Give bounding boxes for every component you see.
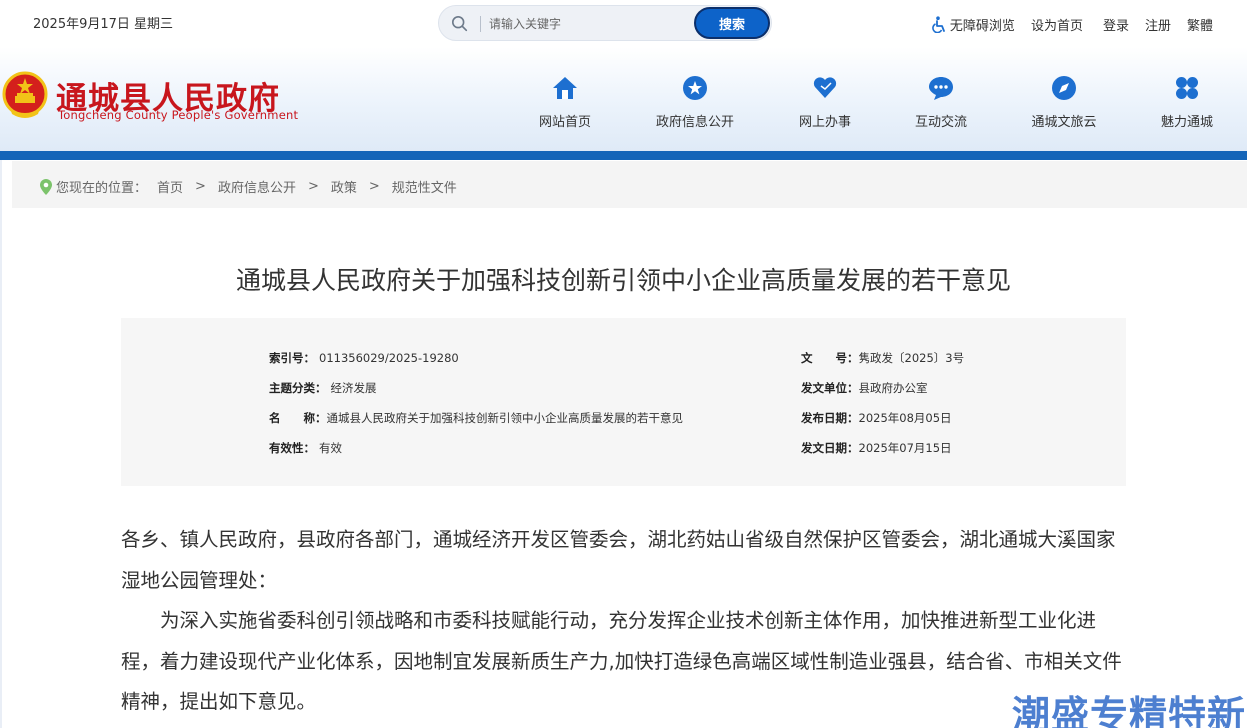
meta-issuer-label: 发文单位： <box>801 381 859 395</box>
search-icon <box>451 15 468 32</box>
breadcrumb-separator: > <box>368 179 380 194</box>
compass-icon <box>1052 76 1076 100</box>
nav-item-gov-info[interactable]: 政府信息公开 <box>640 75 750 130</box>
meta-doc-no: 文 号：隽政发〔2025〕3号 <box>801 350 964 366</box>
meta-issuer: 发文单位：县政府办公室 <box>801 380 928 396</box>
register-link[interactable]: 注册 <box>1145 15 1171 34</box>
breadcrumb-separator: > <box>307 179 319 194</box>
meta-index-label: 索引号： <box>269 351 315 365</box>
meta-category-value: 经济发展 <box>330 381 377 395</box>
nav-item-interaction[interactable]: 互动交流 <box>886 75 996 130</box>
traditional-chinese-link[interactable]: 繁體 <box>1187 15 1213 34</box>
nav-item-charm[interactable]: 魅力通城 <box>1132 75 1242 130</box>
meta-doc-no-label: 文 号： <box>801 351 859 365</box>
site-header: 通城县人民政府 Tongcheng County People's Govern… <box>0 47 1247 151</box>
meta-publish-date: 发布日期：2025年08月05日 <box>801 410 952 426</box>
top-bar: 2025年9月17日 星期三 搜索 无障碍浏览 设为首页 登录 注册 繁體 <box>0 0 1247 47</box>
location-pin-icon <box>40 178 52 195</box>
top-links: 无障碍浏览 设为首页 登录 注册 繁體 <box>916 15 1213 34</box>
article-greeting: 各乡、镇人民政府，县政府各部门，通城经济开发区管委会，湖北药姑山省级自然保护区管… <box>121 528 1116 592</box>
nav-item-online-service[interactable]: 网上办事 <box>770 75 880 130</box>
search-button[interactable]: 搜索 <box>694 7 770 39</box>
breadcrumb: 您现在的位置： 首页 > 政府信息公开 > 政策 > 规范性文件 <box>12 161 1247 208</box>
nav-label-home: 网站首页 <box>538 115 591 130</box>
meta-name-label: 名 称： <box>269 411 327 425</box>
watermark-text: 潮盛专精特新 <box>1012 693 1247 728</box>
meta-publish-value: 2025年08月05日 <box>858 411 952 425</box>
nav-label-charm: 魅力通城 <box>1160 115 1213 130</box>
search-box: 搜索 <box>438 5 772 41</box>
search-input[interactable] <box>489 13 689 35</box>
breadcrumb-item-normative-docs[interactable]: 规范性文件 <box>392 177 457 196</box>
meta-index: 索引号： 011356029/2025-19280 <box>269 350 459 366</box>
clover-icon <box>1176 77 1198 99</box>
set-homepage-link[interactable]: 设为首页 <box>1031 15 1083 34</box>
meta-publish-label: 发布日期： <box>801 411 859 425</box>
accessibility-link[interactable]: 无障碍浏览 <box>932 15 1015 34</box>
meta-validity-value: 有效 <box>319 441 342 455</box>
accessibility-label: 无障碍浏览 <box>949 19 1015 34</box>
meta-issue-value: 2025年07月15日 <box>858 441 952 455</box>
meta-index-value: 011356029/2025-19280 <box>319 351 459 365</box>
main-nav: 网站首页 政府信息公开 网上办事 互动交流 通城文旅云 魅力通城 <box>0 75 1247 135</box>
chat-icon <box>929 77 953 100</box>
meta-validity-label: 有效性： <box>269 441 315 455</box>
header-divider-band <box>0 151 1247 160</box>
meta-name: 名 称：通城县人民政府关于加强科技创新引领中小企业高质量发展的若干意见 <box>269 410 683 426</box>
heart-icon <box>813 77 837 98</box>
meta-name-value: 通城县人民政府关于加强科技创新引领中小企业高质量发展的若干意见 <box>326 411 684 425</box>
meta-issue-date: 发文日期：2025年07月15日 <box>801 440 952 456</box>
nav-label-culture-tourism: 通城文旅云 <box>1031 115 1097 130</box>
document-meta-panel: 索引号： 011356029/2025-19280 文 号：隽政发〔2025〕3号… <box>121 318 1126 486</box>
breadcrumb-item-gov-info[interactable]: 政府信息公开 <box>218 177 296 196</box>
meta-issue-label: 发文日期： <box>801 441 859 455</box>
article-paragraph: 为深入实施省委科创引领战略和市委科技赋能行动，充分发挥企业技术创新主体作用，加快… <box>121 609 1122 713</box>
meta-category-label: 主题分类： <box>269 381 327 395</box>
breadcrumb-prefix: 您现在的位置： <box>56 181 148 196</box>
page-left-edge <box>0 160 2 728</box>
breadcrumb-item-policy[interactable]: 政策 <box>331 177 357 196</box>
current-date: 2025年9月17日 星期三 <box>33 17 174 32</box>
meta-issuer-value: 县政府办公室 <box>858 381 928 395</box>
meta-doc-no-value: 隽政发〔2025〕3号 <box>858 351 965 365</box>
home-icon <box>553 77 577 99</box>
nav-label-interaction: 互动交流 <box>914 115 967 130</box>
article-title: 通城县人民政府关于加强科技创新引领中小企业高质量发展的若干意见 <box>235 266 1011 295</box>
meta-validity: 有效性： 有效 <box>269 440 342 456</box>
article-body: 各乡、镇人民政府，县政府各部门，通城经济开发区管委会，湖北药姑山省级自然保护区管… <box>121 520 1127 723</box>
login-link[interactable]: 登录 <box>1103 15 1129 34</box>
star-icon <box>683 76 707 100</box>
nav-label-online-service: 网上办事 <box>798 115 851 130</box>
nav-item-culture-tourism[interactable]: 通城文旅云 <box>1009 75 1119 130</box>
breadcrumb-item-home[interactable]: 首页 <box>157 177 183 196</box>
accessibility-icon <box>932 16 945 33</box>
meta-category: 主题分类： 经济发展 <box>269 380 377 396</box>
search-divider <box>480 16 481 32</box>
breadcrumb-separator: > <box>195 179 206 194</box>
nav-label-gov-info: 政府信息公开 <box>655 115 734 130</box>
nav-item-home[interactable]: 网站首页 <box>510 75 620 130</box>
